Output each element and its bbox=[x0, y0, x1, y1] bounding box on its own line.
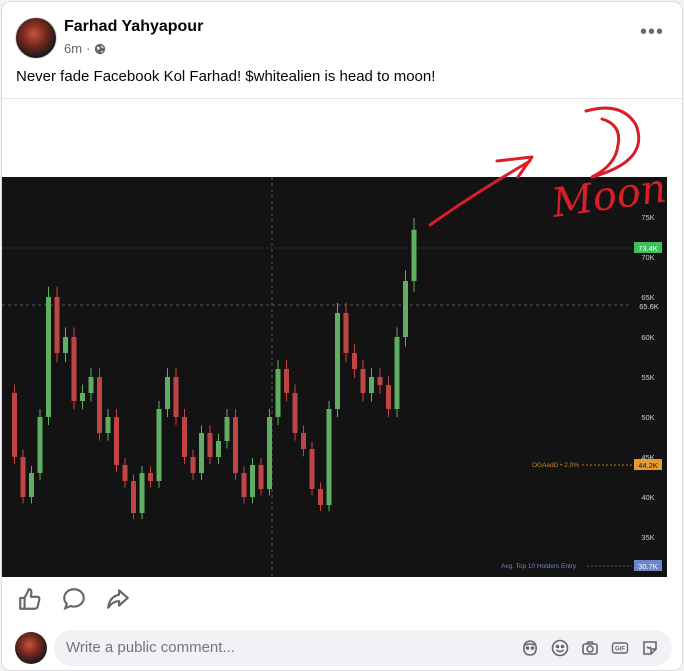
price-chart: 35K40K45K50K55K60K65K70K75K 73.4K 65.6K … bbox=[2, 106, 669, 577]
price-label-mid: 65.6K bbox=[639, 302, 659, 311]
y-tick-label: 55K bbox=[641, 373, 654, 382]
candle-body bbox=[199, 433, 204, 473]
candle-body bbox=[352, 353, 357, 369]
candle-body bbox=[411, 229, 417, 281]
camera-icon[interactable] bbox=[580, 638, 600, 658]
more-options-icon[interactable]: ••• bbox=[638, 22, 666, 48]
post-card: Farhad Yahyapour 6m · ••• Never fade Fac… bbox=[1, 1, 683, 671]
candle-body bbox=[12, 393, 17, 457]
candle-body bbox=[190, 457, 196, 473]
candle-body bbox=[343, 313, 349, 353]
candle-body bbox=[292, 393, 298, 433]
comment-icon[interactable] bbox=[61, 586, 87, 612]
post-meta: 6m · bbox=[64, 41, 106, 56]
y-tick-label: 70K bbox=[641, 253, 654, 262]
svg-text:GIF: GIF bbox=[615, 647, 625, 653]
comment-box[interactable]: GIF bbox=[54, 630, 672, 666]
candle-body bbox=[386, 385, 391, 409]
emoji-icon[interactable] bbox=[550, 638, 570, 658]
candle-body bbox=[216, 441, 221, 457]
post-text: Never fade Facebook Kol Farhad! $whiteal… bbox=[16, 68, 436, 85]
candle-body bbox=[80, 393, 85, 401]
candle-body bbox=[309, 449, 315, 489]
comment-tools: GIF bbox=[520, 638, 660, 658]
price-label-holders: 30.7K bbox=[638, 562, 658, 571]
globe-icon bbox=[95, 43, 106, 54]
candle-body bbox=[131, 481, 136, 513]
hand-moon-crescent bbox=[584, 106, 641, 179]
author-name[interactable]: Farhad Yahyapour bbox=[64, 18, 203, 36]
candle-body bbox=[114, 417, 119, 465]
y-tick-label: 35K bbox=[641, 533, 654, 542]
comment-composer: GIF bbox=[2, 622, 682, 670]
y-tick-label: 50K bbox=[641, 413, 654, 422]
current-user-avatar[interactable] bbox=[15, 632, 47, 664]
candle-body bbox=[173, 377, 179, 417]
hand-arrow-head bbox=[495, 155, 534, 179]
y-tick-label: 65K bbox=[641, 293, 654, 302]
candle-body bbox=[394, 337, 400, 409]
candle-body bbox=[275, 369, 281, 417]
candle-body bbox=[335, 313, 340, 409]
candle-body bbox=[105, 417, 111, 433]
post-time[interactable]: 6m bbox=[64, 41, 82, 56]
annotation-ogaedd: OGAedD • 2.0% bbox=[532, 462, 579, 469]
candle-body bbox=[250, 465, 255, 497]
avatar-sticker-icon[interactable] bbox=[520, 638, 540, 658]
candle-body bbox=[377, 377, 383, 385]
like-icon[interactable] bbox=[17, 586, 43, 612]
candle-body bbox=[37, 417, 43, 473]
y-tick-label: 60K bbox=[641, 333, 654, 342]
candle-body bbox=[165, 377, 170, 409]
candle-body bbox=[241, 473, 247, 497]
candle-body bbox=[182, 417, 187, 457]
share-icon[interactable] bbox=[105, 586, 131, 612]
candle-body bbox=[284, 369, 289, 393]
candle-body bbox=[326, 409, 332, 505]
post-image[interactable]: 35K 40K 45K 50K 55K 60K 65K 70K 75K 73.4K 65.6K … bbox=[2, 98, 682, 577]
candle-body bbox=[267, 417, 272, 489]
candle-body bbox=[224, 417, 230, 441]
candle-body bbox=[88, 377, 94, 393]
gif-icon[interactable]: GIF bbox=[610, 638, 630, 658]
annotation-holders: Avg. Top 10 Holders Entry bbox=[501, 563, 577, 570]
candle-body bbox=[139, 473, 145, 513]
candle-body bbox=[148, 473, 153, 481]
candle-body bbox=[233, 417, 238, 473]
candle-body bbox=[258, 465, 264, 489]
candle-body bbox=[369, 377, 374, 393]
candle-body bbox=[403, 281, 408, 337]
comment-input[interactable] bbox=[66, 639, 406, 656]
candle-body bbox=[20, 457, 26, 497]
sticker-icon[interactable] bbox=[640, 638, 660, 658]
meta-separator: · bbox=[86, 41, 91, 56]
candle-body bbox=[207, 433, 213, 457]
author-avatar[interactable] bbox=[15, 17, 57, 59]
post-header: Farhad Yahyapour 6m · ••• bbox=[2, 2, 682, 62]
candle-body bbox=[97, 377, 102, 433]
candle-body bbox=[301, 433, 306, 449]
candle-body bbox=[156, 409, 162, 481]
candle-body bbox=[63, 337, 68, 353]
candle-body bbox=[54, 297, 60, 353]
candle-body bbox=[29, 473, 34, 497]
post-actions bbox=[2, 586, 682, 616]
price-label-ogaedd: 44.2K bbox=[638, 461, 658, 470]
candle-body bbox=[122, 465, 128, 481]
candle-body bbox=[71, 337, 77, 401]
y-tick-label: 40K bbox=[641, 493, 654, 502]
candle-body bbox=[360, 369, 366, 393]
price-label-current: 73.4K bbox=[638, 244, 658, 253]
candle-body bbox=[318, 489, 323, 505]
candle-body bbox=[46, 297, 51, 417]
